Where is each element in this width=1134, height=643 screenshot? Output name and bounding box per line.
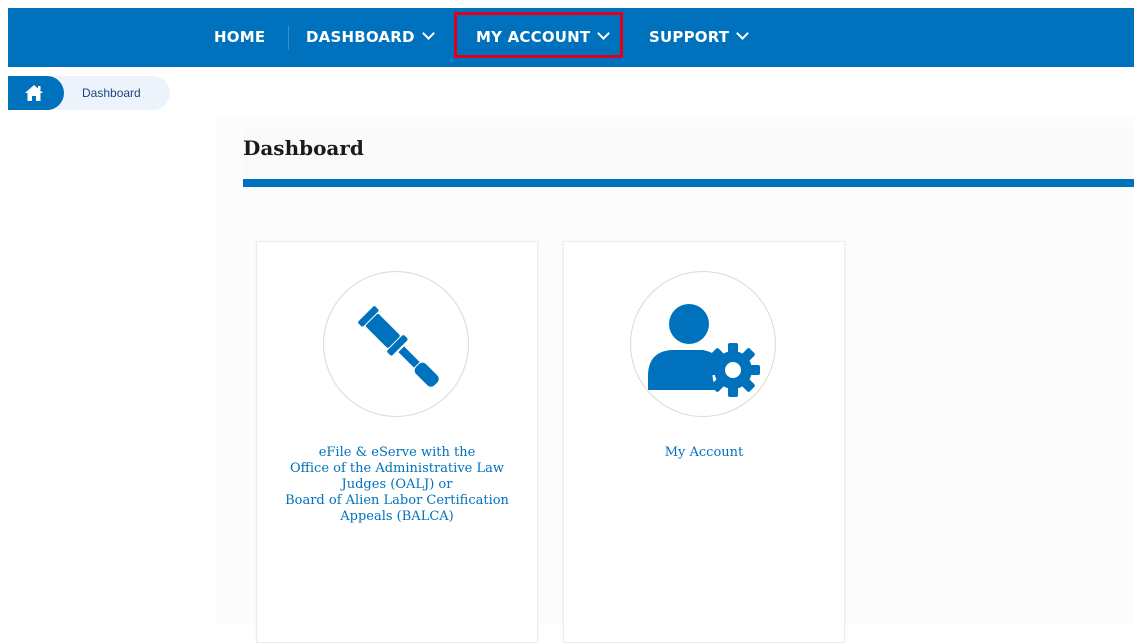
nav-home-label: HOME <box>214 28 266 46</box>
nav-divider <box>288 26 289 50</box>
user-settings-icon <box>648 304 760 397</box>
chevron-down-icon <box>736 27 750 40</box>
efile-card-line: Office of the Administrative Law <box>290 461 504 476</box>
nav-support-label: SUPPORT <box>649 28 730 46</box>
efile-card-text: eFile & eServe with the Office of the Ad… <box>257 445 537 525</box>
my-account-card[interactable]: My Account <box>563 241 845 643</box>
page-title: Dashboard <box>243 136 364 160</box>
nav-dashboard-menu[interactable]: DASHBOARD <box>306 8 435 67</box>
nav-support-menu[interactable]: SUPPORT <box>649 8 750 67</box>
breadcrumb-current: Dashboard <box>82 86 141 100</box>
efile-card[interactable]: eFile & eServe with the Office of the Ad… <box>256 241 538 643</box>
title-underline <box>243 179 1134 187</box>
home-icon <box>25 85 43 101</box>
gavel-icon <box>358 306 439 387</box>
my-account-icon-circle <box>630 271 776 417</box>
chevron-down-icon <box>421 27 435 40</box>
breadcrumb-home-link[interactable] <box>8 76 64 110</box>
efile-icon-circle <box>323 271 469 417</box>
highlight-annotation-box <box>454 12 623 58</box>
nav-dashboard-label: DASHBOARD <box>306 28 415 46</box>
efile-card-line: Judges (OALJ) or <box>341 477 453 492</box>
nav-home[interactable]: HOME <box>214 8 265 67</box>
efile-card-line: eFile & eServe with the <box>318 445 476 460</box>
efile-card-line: Appeals (BALCA) <box>340 509 454 524</box>
my-account-card-line: My Account <box>664 445 744 460</box>
efile-card-line: Board of Alien Labor Certification <box>285 493 509 508</box>
breadcrumb: Dashboard <box>8 76 170 110</box>
my-account-card-text: My Account <box>564 445 844 461</box>
page-title-band <box>243 129 1134 179</box>
